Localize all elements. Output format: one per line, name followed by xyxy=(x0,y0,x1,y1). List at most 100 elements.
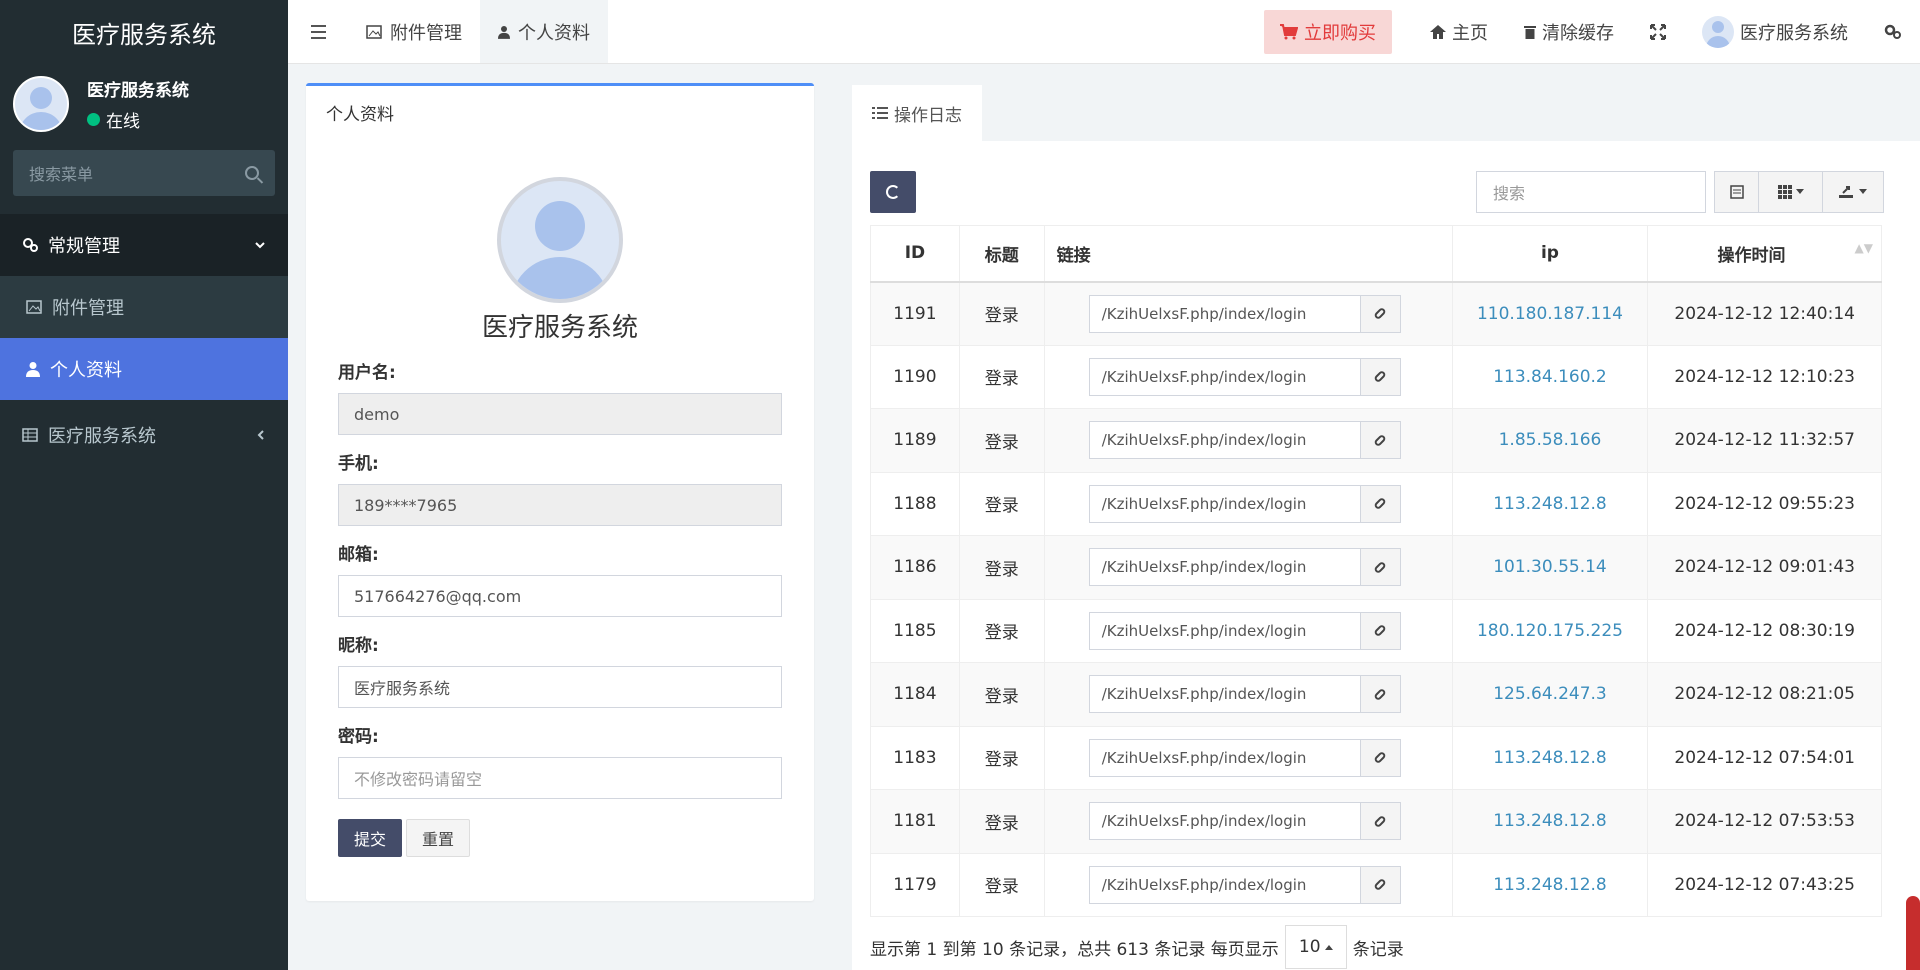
refresh-button[interactable] xyxy=(870,171,916,213)
ip-link[interactable]: 113.248.12.8 xyxy=(1493,875,1607,895)
home-label: 主页 xyxy=(1452,22,1488,44)
table-row[interactable]: 1191 登录/KzihUelxsF.php/index/login 110.180… xyxy=(870,281,1882,346)
search-icon[interactable] xyxy=(245,166,259,180)
caret-up-icon xyxy=(1324,945,1333,950)
table-row[interactable]: 1186 登录/KzihUelxsF.php/index/login 101.30.… xyxy=(870,535,1882,600)
profile-name: 医疗服务系统 xyxy=(481,313,638,343)
export-button[interactable] xyxy=(1823,172,1883,212)
table-row[interactable]: 1184 登录/KzihUelxsF.php/index/login 125.64.… xyxy=(870,662,1882,727)
open-link-button[interactable] xyxy=(1360,802,1401,841)
password-field[interactable]: 不修改密码请留空 xyxy=(338,757,782,799)
page-size-select[interactable]: 10 xyxy=(1284,925,1347,969)
menu-search-input[interactable]: 搜索菜单 xyxy=(13,150,275,196)
cell-title: 登录 xyxy=(958,789,1045,854)
ip-link[interactable]: 113.248.12.8 xyxy=(1493,494,1607,514)
menu-group-label: 常规管理 xyxy=(48,236,120,257)
ip-link[interactable]: 113.248.12.8 xyxy=(1493,748,1607,768)
cell-title: 登录 xyxy=(958,472,1045,536)
user-menu-label: 医疗服务系统 xyxy=(1740,22,1848,44)
table-row[interactable]: 1185 登录/KzihUelxsF.php/index/login 180.120… xyxy=(870,599,1882,663)
column-header-title[interactable]: 标题 xyxy=(958,225,1045,283)
ip-link[interactable]: 125.64.247.3 xyxy=(1493,684,1607,704)
url-field[interactable]: /KzihUelxsF.php/index/login xyxy=(1088,421,1361,460)
clear-cache-button[interactable]: 清除缓存 xyxy=(1506,19,1632,45)
cell-time: 2024-12-12 07:54:01 xyxy=(1647,726,1882,790)
log-search-input[interactable]: 搜索 xyxy=(1476,171,1706,213)
url-field[interactable]: /KzihUelxsF.php/index/login xyxy=(1088,802,1361,841)
ip-link[interactable]: 113.248.12.8 xyxy=(1493,811,1607,831)
sidebar-item-medical-system[interactable]: 医疗服务系统 xyxy=(0,400,288,470)
url-field[interactable]: /KzihUelxsF.php/index/login xyxy=(1088,611,1361,650)
url-field[interactable]: /KzihUelxsF.php/index/login xyxy=(1088,484,1361,523)
fullscreen-button[interactable] xyxy=(1632,23,1684,40)
open-link-button[interactable] xyxy=(1360,357,1401,396)
open-link-button[interactable] xyxy=(1360,611,1401,650)
open-link-button[interactable] xyxy=(1360,548,1401,587)
avatar xyxy=(1702,15,1734,48)
url-field[interactable]: /KzihUelxsF.php/index/login xyxy=(1088,548,1361,587)
open-link-button[interactable] xyxy=(1360,294,1401,333)
url-field[interactable]: /KzihUelxsF.php/index/login xyxy=(1088,865,1361,904)
cell-url: /KzihUelxsF.php/index/login xyxy=(1043,662,1453,727)
cell-time: 2024-12-12 11:32:57 xyxy=(1647,408,1882,473)
brand-title[interactable]: 医疗服务系统 xyxy=(0,0,288,64)
table-row[interactable]: 1183 登录/KzihUelxsF.php/index/login 113.248… xyxy=(870,726,1882,790)
column-header-time-label: 操作时间 xyxy=(1717,245,1786,266)
cell-id: 1185 xyxy=(870,599,960,663)
settings-button[interactable] xyxy=(1866,24,1920,40)
home-icon xyxy=(1430,24,1446,39)
column-header-id[interactable]: ID xyxy=(870,225,960,283)
column-header-url[interactable]: 链接 xyxy=(1043,225,1453,283)
cell-id: 1188 xyxy=(870,472,960,536)
ip-link[interactable]: 180.120.175.225 xyxy=(1477,621,1623,641)
cell-title: 登录 xyxy=(958,853,1045,917)
table-row[interactable]: 1190 登录/KzihUelxsF.php/index/login 113.84.… xyxy=(870,345,1882,409)
open-link-button[interactable] xyxy=(1360,484,1401,523)
home-link[interactable]: 主页 xyxy=(1412,19,1506,45)
cell-title: 登录 xyxy=(958,408,1045,473)
cell-time: 2024-12-12 12:10:23 xyxy=(1647,345,1882,409)
cell-url: /KzihUelxsF.php/index/login xyxy=(1043,726,1453,790)
scroll-indicator[interactable] xyxy=(1906,896,1920,970)
user-menu[interactable]: 医疗服务系统 xyxy=(1684,15,1866,48)
url-field[interactable]: /KzihUelxsF.php/index/login xyxy=(1088,294,1361,333)
column-header-time[interactable]: 操作时间 ▲▼ xyxy=(1647,225,1882,283)
submit-button[interactable]: 提交 xyxy=(338,819,402,857)
open-link-button[interactable] xyxy=(1360,675,1401,714)
nickname-field[interactable]: 医疗服务系统 xyxy=(338,666,782,708)
url-field[interactable]: /KzihUelxsF.php/index/login xyxy=(1088,738,1361,777)
ip-link[interactable]: 1.85.58.166 xyxy=(1499,430,1602,450)
email-field[interactable]: 517664276@qq.com xyxy=(338,575,782,617)
open-link-button[interactable] xyxy=(1360,421,1401,460)
sort-icon[interactable]: ▲▼ xyxy=(1855,241,1873,255)
tab-attachments[interactable]: 附件管理 xyxy=(348,0,480,63)
url-field[interactable]: /KzihUelxsF.php/index/login xyxy=(1088,675,1361,714)
sidebar-item-profile[interactable]: 个人资料 xyxy=(0,338,288,400)
table-row[interactable]: 1189 登录/KzihUelxsF.php/index/login 1.85.58… xyxy=(870,408,1882,473)
sidebar-item-attachments[interactable]: 附件管理 xyxy=(0,276,288,338)
user-name: 医疗服务系统 xyxy=(87,81,189,101)
toggle-view-button[interactable] xyxy=(1715,172,1759,212)
tab-profile[interactable]: 个人资料 xyxy=(480,0,608,63)
buy-now-button[interactable]: 立即购买 xyxy=(1264,9,1392,54)
table-row[interactable]: 1181 登录/KzihUelxsF.php/index/login 113.248… xyxy=(870,789,1882,854)
menu-group-general[interactable]: 常规管理 xyxy=(0,214,288,276)
open-link-button[interactable] xyxy=(1360,738,1401,777)
reset-button[interactable]: 重置 xyxy=(406,819,470,857)
ip-link[interactable]: 101.30.55.14 xyxy=(1493,557,1607,577)
ip-link[interactable]: 113.84.160.2 xyxy=(1493,367,1607,387)
menu-toggle-button[interactable] xyxy=(288,0,348,63)
ip-link[interactable]: 110.180.187.114 xyxy=(1477,304,1623,324)
cell-time: 2024-12-12 09:01:43 xyxy=(1647,535,1882,600)
column-header-ip[interactable]: ip xyxy=(1451,225,1649,283)
url-field[interactable]: /KzihUelxsF.php/index/login xyxy=(1088,357,1361,396)
operation-log-table: ID 标题 链接 ip 操作时间 ▲▼ 1191 登录/KzihUelxsF.php… xyxy=(870,225,1882,917)
link-icon xyxy=(1373,751,1387,765)
tab-label: 附件管理 xyxy=(390,22,462,44)
tab-operation-log[interactable]: 操作日志 xyxy=(852,85,982,141)
open-link-button[interactable] xyxy=(1360,865,1401,904)
table-row[interactable]: 1188 登录/KzihUelxsF.php/index/login 113.248… xyxy=(870,472,1882,536)
profile-avatar[interactable] xyxy=(497,177,623,303)
columns-button[interactable] xyxy=(1759,172,1823,212)
table-row[interactable]: 1179 登录/KzihUelxsF.php/index/login 113.248… xyxy=(870,853,1882,917)
